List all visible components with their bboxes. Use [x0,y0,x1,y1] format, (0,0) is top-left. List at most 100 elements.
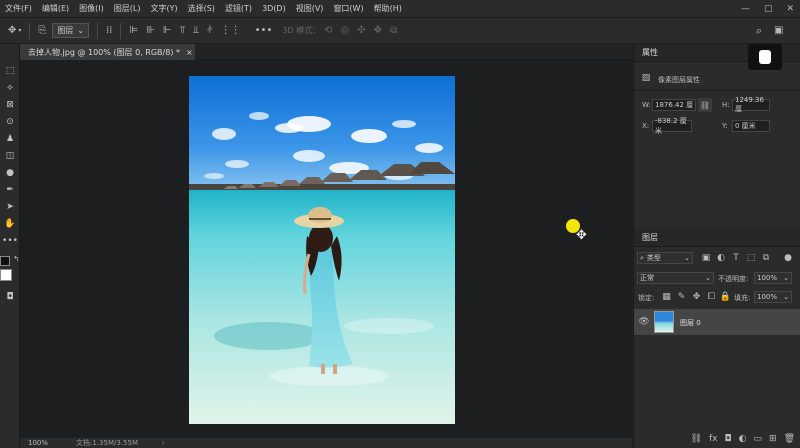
right-panel: 属性 ▨ 像素图层属性 W: 1876.42 厘 ⛓ H: 1249.36 厘 … [633,44,800,448]
filter-type-icon[interactable]: T [730,252,742,264]
width-field[interactable]: 1876.42 厘 [652,99,696,111]
crop-tool-icon[interactable]: ⊠ [3,98,17,111]
blur-tool-icon[interactable]: ● [3,166,17,179]
document-tabs: 去掉人物.jpg @ 100% (图层 0, RGB/8) * × [20,44,632,60]
align-right-icon[interactable]: ⊩ [163,25,172,36]
eye-icon[interactable]: 👁 [638,316,650,328]
menu-3d[interactable]: 3D(D) [257,4,291,13]
layer-filter-value: 类型 [646,254,661,262]
lock-artboard-icon[interactable]: ⧠ [706,291,717,302]
maximize-button[interactable]: ▢ [764,4,773,14]
menu-type[interactable]: 文字(Y) [145,3,182,14]
move-cursor-icon: ✥ [576,228,587,243]
quick-mask-icon[interactable]: ◘ [3,290,17,303]
align-vcenter-icon[interactable]: ⫫ [193,25,199,36]
width-label: W: [642,101,651,109]
link-icon[interactable]: ⛓ [698,98,712,112]
marquee-tool-icon[interactable]: ⬚ [3,64,17,77]
slide-3d-icon[interactable]: ✥ [374,25,382,36]
link-layers-icon[interactable]: ⛓ [691,434,702,444]
opacity-field[interactable]: 100% ⌄ [754,272,792,284]
scale-3d-icon[interactable]: ⧉ [390,25,397,36]
properties-title: 属性 [642,48,658,57]
pen-tool-icon[interactable]: ✒ [3,183,17,196]
layer-row[interactable]: 👁 图层 0 [634,309,800,335]
more-options-icon[interactable]: ••• [255,25,273,36]
align-left-icon[interactable]: ⊫ [129,25,138,36]
chevron-down-icon: ⌄ [783,293,789,301]
path-select-tool-icon[interactable]: ➤ [3,200,17,213]
document-info[interactable]: 文档:1.35M/3.55M [76,438,138,448]
lock-all-icon[interactable]: 🔒 [720,291,731,302]
close-window-button[interactable]: ✕ [786,4,794,14]
transform-controls-icon[interactable]: ⁞⁞ [106,25,112,36]
new-layer-icon[interactable]: ⊞ [769,434,777,444]
eraser-tool-icon[interactable]: ◫ [3,149,17,162]
sample-dropdown-value: 图层 [57,26,74,35]
x-value: -838.2 厘米 [655,117,687,135]
properties-subtitle: 像素图层属性 [658,76,700,84]
align-bottom-icon[interactable]: ⫩ [207,25,213,36]
document-tab[interactable]: 去掉人物.jpg @ 100% (图层 0, RGB/8) * × [20,44,195,60]
frame-tool-icon[interactable]: ⊙ [3,115,17,128]
fx-icon[interactable]: fx [709,434,718,444]
background-color-swatch[interactable] [0,269,12,281]
layer-name[interactable]: 图层 0 [680,318,701,328]
zoom-level[interactable]: 100% [28,439,48,447]
layers-footer: ⛓ fx ◘ ◐ ▭ ⊞ 🗑 [634,430,800,448]
menu-file[interactable]: 文件(F) [0,3,37,14]
menu-view[interactable]: 视图(V) [291,3,329,14]
layers-panel-tab[interactable]: 图层 [634,229,800,247]
new-group-icon[interactable]: ▭ [754,434,763,444]
align-hcenter-icon[interactable]: ⊪ [146,25,155,36]
move-tool-icon[interactable]: ✥ ▾ [8,25,21,36]
options-bar: ✥ ▾ ⎘ 图层 ⌄ ⁞⁞ ⊫ ⊪ ⊩ ⫪ ⫫ ⫩ ⋮⋮ ••• 3D 模式： ⟲ … [0,17,800,44]
menu-window[interactable]: 窗口(W) [328,3,368,14]
document-image [189,76,455,424]
blend-mode-dropdown[interactable]: 正常 ⌄ [637,272,714,284]
filter-shape-icon[interactable]: ⬚ [745,252,757,264]
filter-smart-icon[interactable]: ⧉ [760,252,772,264]
layer-filter-dropdown[interactable]: ⌕ 类型 ⌄ [637,252,693,264]
roll-3d-icon[interactable]: ◎ [341,25,350,36]
menu-edit[interactable]: 编辑(E) [37,3,74,14]
filter-adjustment-icon[interactable]: ◐ [715,252,727,264]
trash-icon[interactable]: 🗑 [784,434,795,444]
quick-select-tool-icon[interactable]: ⟡ [3,81,17,94]
filter-toggle-icon[interactable]: ● [782,252,794,264]
lock-pixels-icon[interactable]: ✎ [676,291,687,302]
menu-help[interactable]: 帮助(H) [369,3,407,14]
divider [29,22,31,39]
lock-transparent-icon[interactable]: ▦ [661,291,672,302]
x-field[interactable]: -838.2 厘米 [652,117,692,135]
opacity-value: 100% [757,274,778,282]
close-tab-icon[interactable]: × [186,48,193,57]
orbit-3d-icon[interactable]: ⟲ [324,25,332,36]
status-arrow-icon[interactable]: › [162,439,165,447]
menu-image[interactable]: 图像(I) [74,3,109,14]
minimize-button[interactable]: — [741,4,750,14]
menu-layer[interactable]: 图层(L) [109,3,146,14]
hand-tool-icon[interactable]: ✋ [3,217,17,230]
filter-pixel-icon[interactable]: ▣ [700,252,712,264]
align-top-icon[interactable]: ⫪ [180,25,186,36]
fill-label: 填充: [734,294,751,302]
y-field[interactable]: 0 厘米 [732,120,770,132]
sample-dropdown[interactable]: 图层 ⌄ [52,23,90,38]
fill-field[interactable]: 100% ⌄ [754,291,792,303]
layer-select-icon[interactable]: ⎘ [38,25,46,36]
lock-position-icon[interactable]: ✥ [691,291,702,302]
more-tools-icon[interactable]: ••• [2,234,18,247]
distribute-icon[interactable]: ⋮⋮ [221,25,241,36]
height-field[interactable]: 1249.36 厘 [732,96,770,113]
canvas-area[interactable]: ✥ [20,60,632,438]
divider [634,90,800,91]
search-icon[interactable]: ⌕ [756,24,762,38]
pan-3d-icon[interactable]: ✣ [357,25,365,36]
adjustment-layer-icon[interactable]: ◐ [739,434,747,444]
stamp-tool-icon[interactable]: ♟ [3,132,17,145]
workspace-icon[interactable]: ▣ [774,25,783,36]
add-mask-icon[interactable]: ◘ [725,434,732,444]
menu-filter[interactable]: 滤镜(T) [220,3,257,14]
menu-select[interactable]: 选择(S) [183,3,220,14]
